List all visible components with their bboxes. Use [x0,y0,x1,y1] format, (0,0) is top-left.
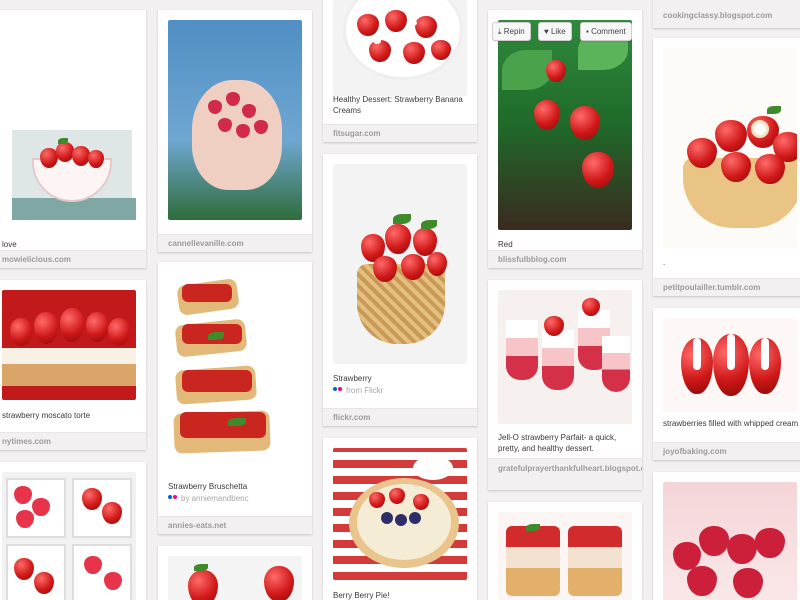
pin-image-hands-raspberries[interactable] [168,20,302,220]
pin-image-strawberry-torte[interactable] [2,290,136,400]
pin-card-berry-baskets[interactable] [0,462,146,600]
pin-description: Healthy Dessert: Strawberry Banana Cream… [333,95,463,115]
pin-card-strawberry-banana-creams[interactable]: Healthy Dessert: Strawberry Banana Cream… [323,0,477,142]
pin-image-cream-filled-strawberries[interactable] [663,318,797,412]
pin-image-strawberry-basket[interactable] [333,164,467,364]
pin-source-link[interactable]: joyofbaking.com [653,442,800,460]
pin-attribution: by anniemandbenc [168,494,249,503]
pin-source-link[interactable]: fitsugar.com [323,124,477,142]
pin-image-berry-pie[interactable] [333,448,467,580]
pin-image-strawberry-plant[interactable] [498,20,632,230]
pin-source-link[interactable]: nytimes.com [0,432,146,450]
pin-card-tart[interactable]: . petitpoulailler.tumblr.com [653,38,800,296]
pin-source-link[interactable]: flickr.com [323,408,477,426]
pin-image-jello-parfaits[interactable] [498,290,632,424]
pin-card-whipped-cream[interactable]: strawberries filled with whipped cream j… [653,308,800,460]
pin-card-strawberry-bottom[interactable] [158,546,312,600]
pin-description: Strawberry [333,374,372,383]
pin-source-link[interactable]: gratefulprayerthankfulheart.blogspot.com [488,458,642,490]
pin-description: strawberry moscato torte [2,411,91,420]
pin-attribution: from Flickr [333,386,383,395]
pin-source-link[interactable]: blissfulbblog.com [488,250,642,268]
pin-card-red[interactable]: Red blissfulbblog.com ⤓ Repin ♥ Like ▪ C… [488,10,642,268]
pin-image-strawberry-tart[interactable] [663,48,797,248]
pin-card-hands-raspberries[interactable]: cannellevanille.com [158,10,312,252]
flickr-icon [333,387,343,393]
pin-source-link[interactable]: annies-eats.net [158,516,312,534]
heart-icon: ♥ [544,27,551,36]
pin-source-link[interactable]: cannellevanille.com [158,234,312,252]
pin-image-strawberry[interactable] [168,556,302,600]
pin-image-strawberry-trifle[interactable] [498,512,632,600]
comment-button[interactable]: ▪ Comment [580,22,632,41]
pin-card-raspberries[interactable] [653,472,800,600]
pin-source-link[interactable]: cookingclassy.blogspot.com [653,0,800,28]
pin-source-link[interactable]: mowielicious.com [0,250,146,268]
pin-image-bruschetta[interactable] [168,272,302,482]
pin-card-moscato-torte[interactable]: strawberry moscato torte nytimes.com [0,280,146,450]
pin-description: love [2,240,17,249]
pin-card-trifle[interactable] [488,502,642,600]
pin-card-jello-parfait[interactable]: Jell-O strawberry Parfait- a quick, pret… [488,280,642,490]
pin-description: strawberries filled with whipped cream [663,419,799,428]
pin-card-berry-pie[interactable]: Berry Berry Pie! [323,438,477,600]
like-button[interactable]: ♥ Like [538,22,572,41]
repin-button[interactable]: ⤓ Repin [492,22,531,41]
pin-image-strawberry-cream-bowl[interactable] [333,0,467,96]
pin-card-bruschetta[interactable]: Strawberry Bruschetta by anniemandbenc a… [158,262,312,534]
flickr-icon [168,495,178,501]
pin-card-cookingclassy[interactable]: cookingclassy.blogspot.com [653,0,800,28]
pin-image-raspberries[interactable] [663,482,797,600]
pin-source-link[interactable]: petitpoulailler.tumblr.com [653,278,800,296]
pin-image-berry-baskets[interactable] [2,472,136,600]
pin-description: Red [498,240,513,249]
pin-description: Jell-O strawberry Parfait- a quick, pret… [498,433,617,453]
pin-description: Strawberry Bruschetta [168,482,248,491]
pin-card-strawberry-basket[interactable]: Strawberry from Flickr flickr.com [323,154,477,426]
pin-description: Berry Berry Pie! [333,591,390,600]
pin-description: . [663,258,666,267]
pin-image-strawberry-bowl[interactable] [2,10,136,230]
pin-card-love[interactable]: love mowielicious.com [0,10,146,268]
